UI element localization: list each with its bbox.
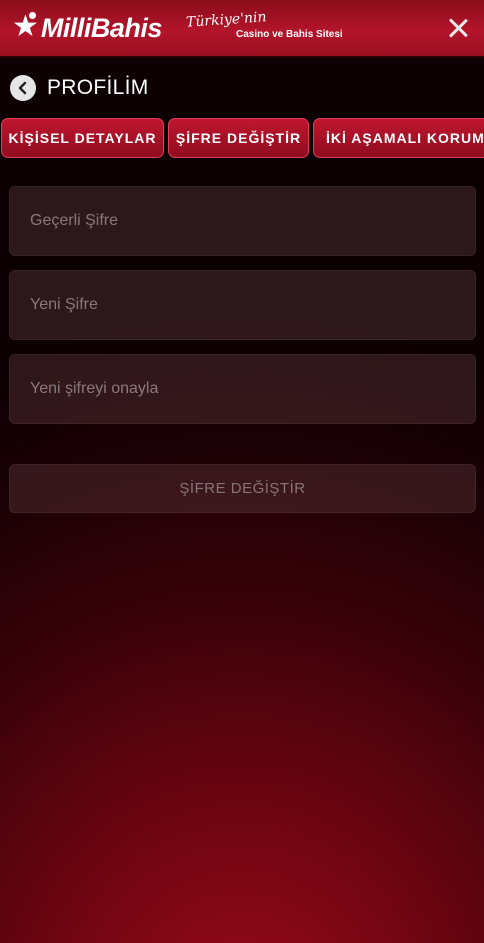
tagline-script: Türkiye'nin (185, 9, 268, 31)
tab-change-password[interactable]: ŞİFRE DEĞİŞTİR (168, 118, 309, 158)
current-password-field[interactable] (9, 186, 476, 256)
confirm-password-field[interactable] (9, 354, 476, 424)
tagline-subtitle: Casino ve Bahis Sitesi (236, 29, 343, 40)
brand-logo[interactable]: ★ MilliBahis (12, 10, 162, 46)
chevron-left-icon (18, 81, 27, 95)
tab-personal-details[interactable]: KİŞİSEL DETAYLAR (1, 118, 164, 158)
change-password-button[interactable]: ŞİFRE DEĞİŞTİR (9, 464, 476, 513)
brand-tagline: Türkiye'nin Casino ve Bahis Sitesi (185, 9, 366, 44)
tab-two-factor[interactable]: İKİ AŞAMALI KORUMA (313, 118, 484, 158)
brand-name: MilliBahis (40, 12, 163, 43)
new-password-field[interactable] (9, 270, 476, 340)
back-button[interactable] (10, 75, 36, 101)
profile-header: PROFİLİM (10, 73, 149, 103)
page-title: PROFİLİM (47, 76, 149, 99)
profile-tabs: KİŞİSEL DETAYLAR ŞİFRE DEĞİŞTİR İKİ AŞAM… (0, 118, 484, 158)
soccer-ball-icon (28, 11, 37, 20)
close-icon[interactable] (442, 12, 474, 44)
top-bar: ★ MilliBahis Türkiye'nin Casino ve Bahis… (0, 0, 484, 58)
